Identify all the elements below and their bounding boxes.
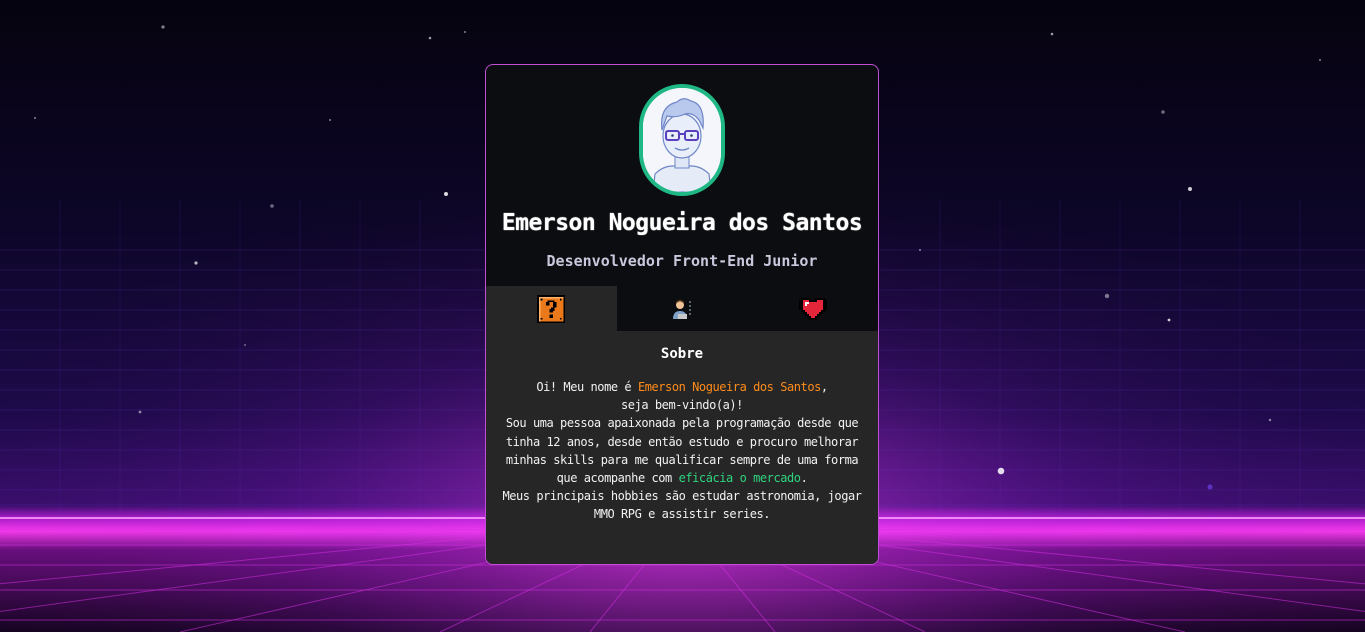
question-block-icon — [537, 294, 566, 323]
about-text: Oi! Meu nome é Emerson Nogueira dos Sant… — [498, 378, 866, 524]
avatar-illustration — [643, 88, 721, 192]
profile-role: Desenvolvedor Front-End Junior — [546, 252, 818, 270]
developer-icon — [673, 299, 691, 319]
avatar — [639, 84, 725, 196]
section-title: Sobre — [660, 346, 704, 362]
tab-hobbies[interactable] — [747, 286, 878, 331]
tab-sobre[interactable] — [486, 286, 617, 331]
about-panel: Sobre Oi! Meu nome é Emerson Nogueira do… — [486, 331, 878, 564]
bio-text-3: Meus principais hobbies são estudar astr… — [502, 489, 862, 522]
heart-icon — [798, 297, 827, 320]
profile-name: Emerson Nogueira dos Santos — [501, 210, 863, 236]
tab-skills[interactable] — [617, 286, 748, 331]
profile-card: Emerson Nogueira dos Santos Desenvolvedo… — [485, 64, 879, 565]
highlight-market: eficácia o mercado — [678, 471, 801, 486]
bio-text-2: . — [800, 471, 808, 486]
tab-bar — [486, 286, 878, 331]
greeting-suffix: , — [820, 380, 828, 394]
greeting-prefix: Oi! Meu nome é — [536, 380, 638, 394]
highlight-name: Emerson Nogueira dos Santos — [637, 380, 821, 394]
welcome-text: seja bem-vindo(a)! — [621, 398, 743, 413]
